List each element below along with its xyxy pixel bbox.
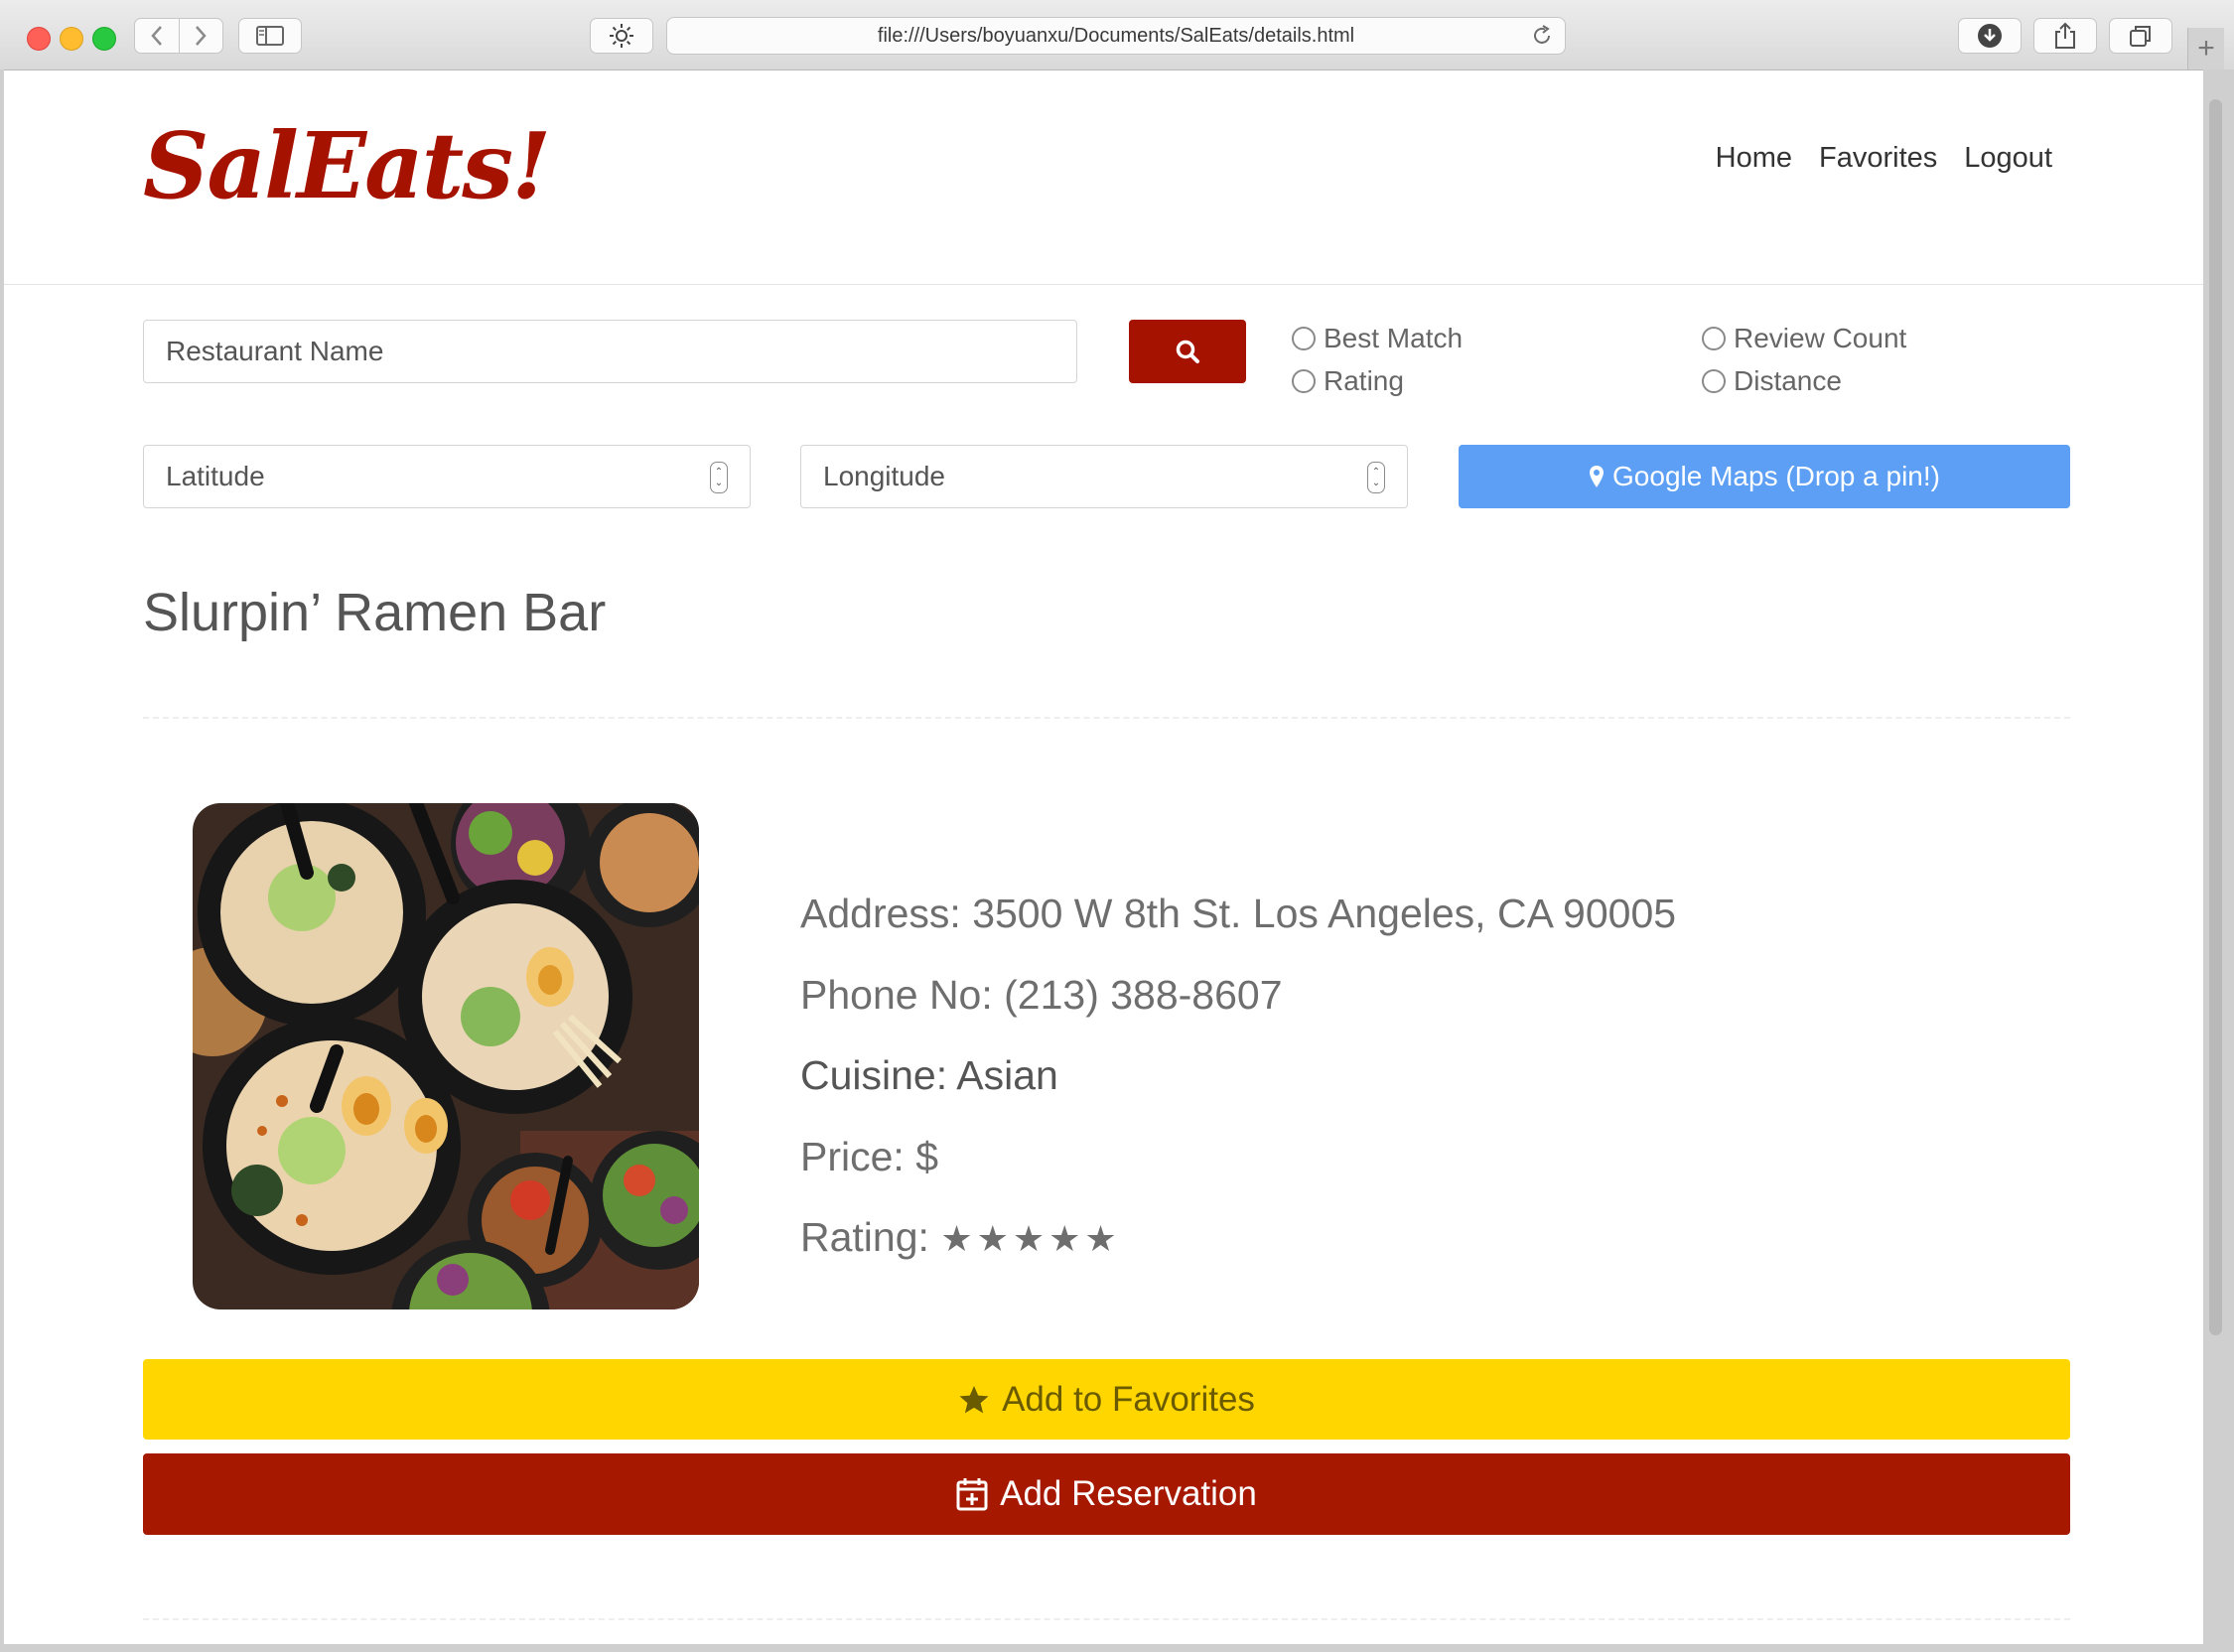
nav-home-link[interactable]: Home (1716, 142, 1792, 175)
latitude-input[interactable]: Latitude ⌃ ⌄ (143, 445, 751, 508)
close-window-button[interactable] (27, 27, 51, 51)
sidebar-toggle-button[interactable] (238, 18, 302, 54)
add-to-favorites-button[interactable]: Add to Favorites (143, 1359, 2070, 1440)
add-reservation-button[interactable]: Add Reservation (143, 1453, 2070, 1535)
history-nav (134, 18, 223, 54)
sort-option-label: Distance (1734, 365, 1842, 396)
sort-option-label: Review Count (1734, 323, 1907, 353)
longitude-placeholder: Longitude (823, 461, 946, 491)
restaurant-name-heading: Slurpin’ Ramen Bar (143, 583, 607, 642)
minimize-window-button[interactable] (60, 27, 83, 51)
rating-stars: ★★★★★ (940, 1218, 1121, 1259)
sort-distance[interactable]: Distance (1702, 365, 1842, 397)
share-icon (2055, 22, 2075, 49)
tab-overview-button[interactable] (2109, 18, 2172, 54)
nav-logout-link[interactable]: Logout (1964, 142, 2052, 175)
add-reservation-label: Add Reservation (1000, 1474, 1257, 1513)
reload-icon[interactable] (1531, 24, 1553, 54)
nav-favorites-link[interactable]: Favorites (1819, 142, 1937, 175)
window-border (0, 1644, 2234, 1652)
map-pin-icon (1590, 466, 1605, 487)
sort-review-count[interactable]: Review Count (1702, 323, 1906, 354)
radio-button[interactable] (1292, 369, 1316, 393)
restaurant-rating: Rating: ★★★★★ (800, 1214, 1121, 1261)
restaurant-cuisine: Cuisine: Asian (800, 1052, 1058, 1098)
number-stepper[interactable]: ⌃ ⌄ (1367, 462, 1385, 493)
divider (143, 717, 2070, 719)
url-text: file:///Users/boyuanxu/Documents/SalEats… (877, 24, 1355, 47)
calendar-plus-icon (956, 1478, 988, 1511)
forward-icon[interactable] (180, 19, 223, 53)
tabs-icon (2130, 26, 2151, 47)
plus-icon: + (2197, 32, 2215, 65)
sort-option-label: Rating (1324, 365, 1404, 396)
sort-rating[interactable]: Rating (1292, 365, 1404, 397)
restaurant-photo (193, 803, 699, 1309)
main-nav: Home Favorites Logout (1716, 142, 2052, 175)
radio-button[interactable] (1702, 369, 1726, 393)
sidebar-icon (256, 26, 284, 46)
add-to-favorites-label: Add to Favorites (1002, 1379, 1255, 1419)
search-icon (1176, 340, 1199, 363)
back-icon[interactable] (135, 19, 180, 53)
sort-option-label: Best Match (1324, 323, 1464, 353)
page-content: SalEats! Home Favorites Logout Restauran… (4, 70, 2203, 1644)
google-maps-label: Google Maps (Drop a pin!) (1612, 461, 1940, 491)
divider (143, 1618, 2070, 1620)
number-stepper[interactable]: ⌃ ⌄ (710, 462, 728, 493)
latitude-placeholder: Latitude (166, 461, 265, 491)
brightness-button[interactable] (590, 18, 653, 54)
new-tab-button[interactable]: + (2187, 28, 2224, 69)
downloads-button[interactable] (1958, 18, 2022, 54)
restaurant-price: Price: $ (800, 1134, 938, 1179)
sun-icon (610, 24, 633, 48)
address-bar[interactable]: file:///Users/boyuanxu/Documents/SalEats… (666, 17, 1566, 55)
download-icon (1978, 24, 2002, 48)
scrollbar-thumb[interactable] (2209, 99, 2222, 1335)
radio-button[interactable] (1292, 327, 1316, 350)
restaurant-phone: Phone No: (213) 388-8607 (800, 972, 1283, 1018)
star-icon (959, 1385, 989, 1413)
site-logo[interactable]: SalEats! (143, 112, 551, 219)
rating-label: Rating: (800, 1214, 929, 1260)
longitude-input[interactable]: Longitude ⌃ ⌄ (800, 445, 1408, 508)
restaurant-name-input[interactable]: Restaurant Name (143, 320, 1077, 383)
share-button[interactable] (2033, 18, 2097, 54)
site-header: SalEats! Home Favorites Logout (4, 70, 2203, 285)
google-maps-button[interactable]: Google Maps (Drop a pin!) (1459, 445, 2070, 508)
restaurant-name-placeholder: Restaurant Name (166, 336, 384, 366)
browser-toolbar: file:///Users/boyuanxu/Documents/SalEats… (0, 0, 2234, 70)
radio-button[interactable] (1702, 327, 1726, 350)
sort-best-match[interactable]: Best Match (1292, 323, 1463, 354)
zoom-window-button[interactable] (92, 27, 116, 51)
search-button[interactable] (1129, 320, 1246, 383)
restaurant-address: Address: 3500 W 8th St. Los Angeles, CA … (800, 891, 1677, 936)
